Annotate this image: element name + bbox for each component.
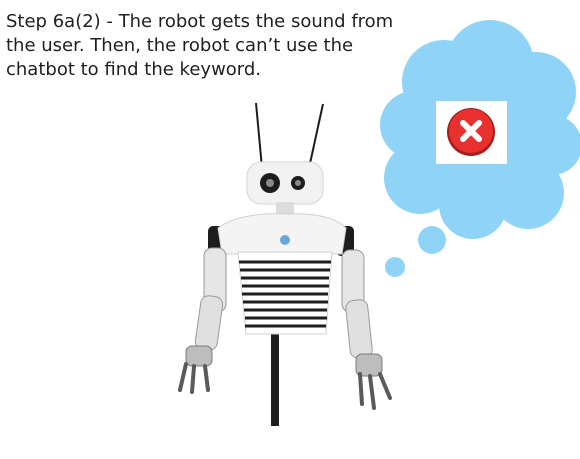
thought-dot-large: [418, 226, 446, 254]
scene-illustration: [178, 20, 580, 426]
thought-dot-small: [385, 257, 405, 277]
error-x-icon: [436, 101, 507, 164]
robot-icon: [178, 102, 392, 426]
